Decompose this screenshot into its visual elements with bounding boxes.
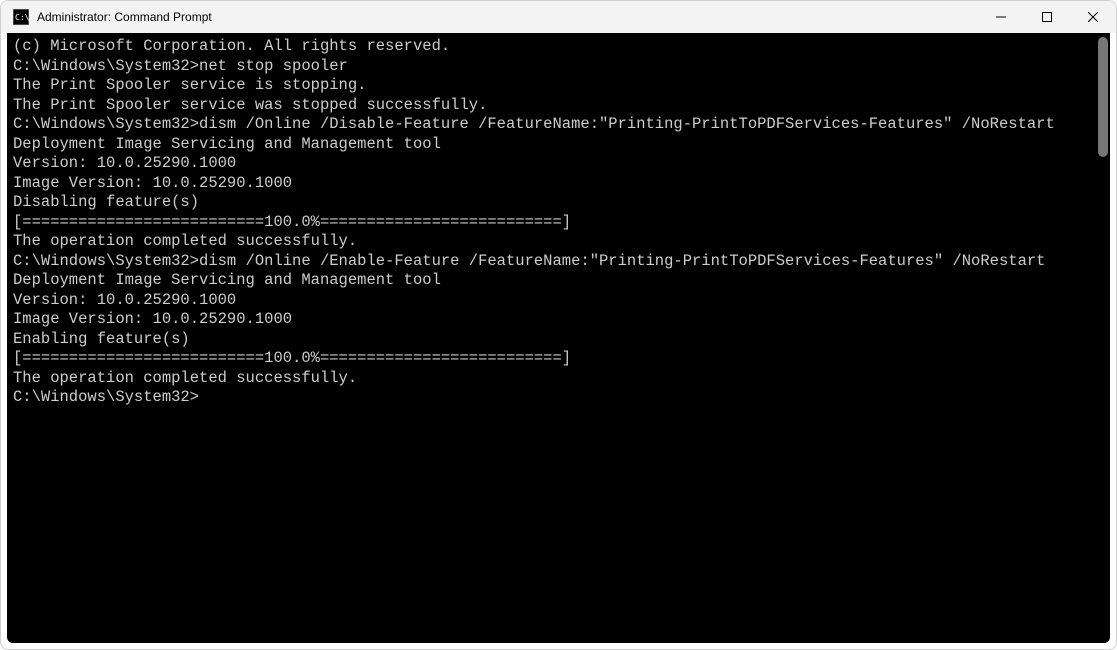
cmd-icon: C:\: [13, 9, 29, 25]
scrollbar-track[interactable]: [1096, 33, 1110, 643]
minimize-button[interactable]: [978, 1, 1024, 33]
window-title: Administrator: Command Prompt: [37, 10, 978, 24]
terminal-line: (c) Microsoft Corporation. All rights re…: [13, 37, 1090, 57]
terminal-line: The Print Spooler service was stopped su…: [13, 96, 1090, 116]
terminal-wrapper: (c) Microsoft Corporation. All rights re…: [7, 33, 1110, 643]
terminal-line: C:\Windows\System32>net stop spooler: [13, 57, 1090, 77]
terminal-line: Deployment Image Servicing and Managemen…: [13, 271, 1090, 291]
close-button[interactable]: [1070, 1, 1116, 33]
terminal-line: [==========================100.0%=======…: [13, 213, 1090, 233]
window-controls: [978, 1, 1116, 33]
terminal-line: Enabling feature(s): [13, 330, 1090, 350]
svg-text:C:\: C:\: [15, 13, 29, 22]
command-prompt-window: C:\ Administrator: Command Prompt (c) Mi…: [0, 0, 1117, 650]
terminal-line: The operation completed successfully.: [13, 232, 1090, 252]
titlebar[interactable]: C:\ Administrator: Command Prompt: [1, 1, 1116, 33]
terminal-line: C:\Windows\System32>dism /Online /Disabl…: [13, 115, 1090, 135]
terminal-line: Disabling feature(s): [13, 193, 1090, 213]
terminal-line: Image Version: 10.0.25290.1000: [13, 174, 1090, 194]
scrollbar-thumb[interactable]: [1098, 37, 1108, 157]
terminal-line: [==========================100.0%=======…: [13, 349, 1090, 369]
maximize-button[interactable]: [1024, 1, 1070, 33]
terminal-line: The Print Spooler service is stopping.: [13, 76, 1090, 96]
terminal-line: Version: 10.0.25290.1000: [13, 291, 1090, 311]
terminal-output[interactable]: (c) Microsoft Corporation. All rights re…: [7, 33, 1096, 643]
terminal-line: C:\Windows\System32>: [13, 388, 1090, 408]
terminal-line: C:\Windows\System32>dism /Online /Enable…: [13, 252, 1090, 272]
terminal-line: Version: 10.0.25290.1000: [13, 154, 1090, 174]
terminal-line: Image Version: 10.0.25290.1000: [13, 310, 1090, 330]
terminal-line: The operation completed successfully.: [13, 369, 1090, 389]
terminal-line: Deployment Image Servicing and Managemen…: [13, 135, 1090, 155]
